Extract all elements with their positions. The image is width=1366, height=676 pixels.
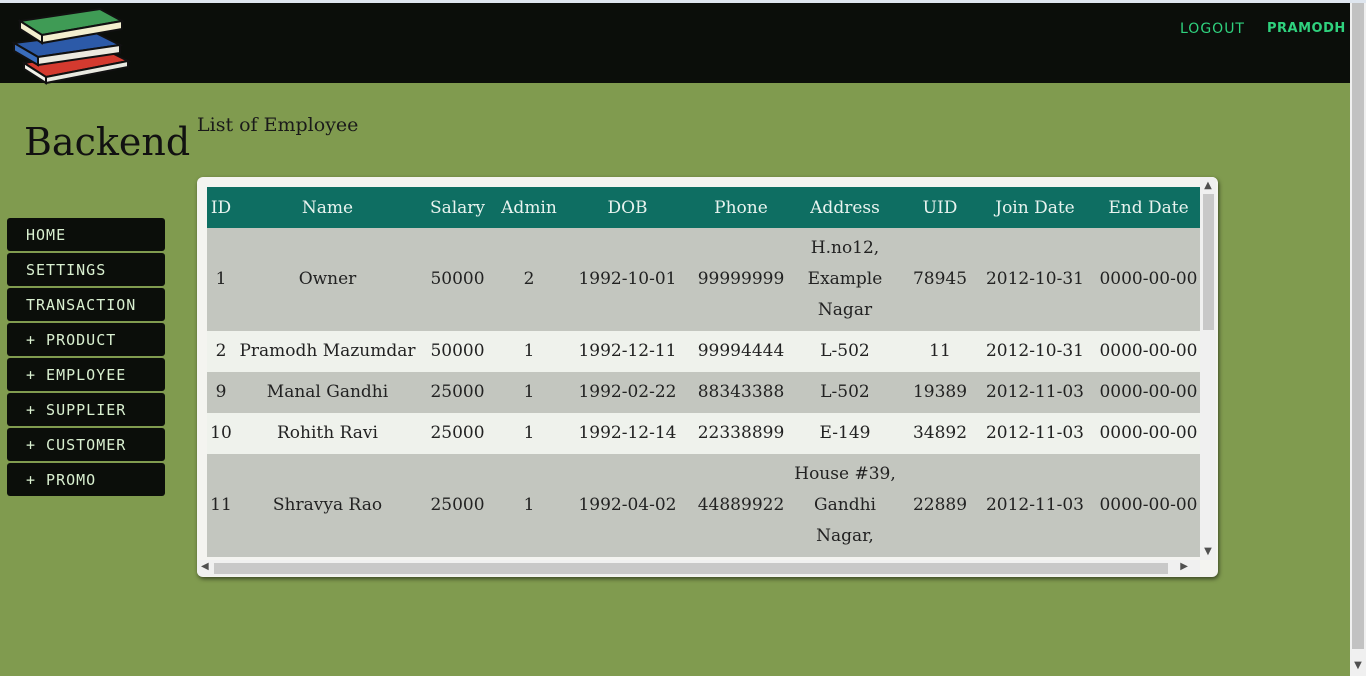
table-cell: H.no12, Example Nagar <box>790 228 900 331</box>
table-hscroll-thumb[interactable] <box>214 563 1168 574</box>
column-header[interactable]: Salary <box>420 187 495 228</box>
scroll-up-icon[interactable]: ▲ <box>1200 180 1216 191</box>
table-cell: Rohith Ravi <box>235 413 420 454</box>
logout-link[interactable]: LOGOUT <box>1180 21 1245 37</box>
table-cell: 1 <box>495 372 563 413</box>
scroll-right-icon[interactable]: ▶ <box>1180 561 1188 572</box>
backend-brand-title: Backend <box>24 120 191 164</box>
table-row[interactable]: 11 Shravya Rao 25000 1 1992-04-02 448899… <box>207 454 1200 557</box>
table-cell: 22338899 <box>692 413 790 454</box>
table-cell: 11 <box>207 454 235 557</box>
table-cell: 1992-02-22 <box>563 372 692 413</box>
table-cell: 99999999 <box>692 228 790 331</box>
table-cell: 1992-04-02 <box>563 454 692 557</box>
table-cell: 0000-00-00 <box>1090 331 1200 372</box>
page-scrollbar[interactable]: ▼ <box>1350 3 1366 676</box>
sidebar-item-transaction[interactable]: TRANSACTION <box>7 288 165 321</box>
current-user-name: PRAMODH <box>1267 21 1346 36</box>
table-cell: 2012-11-03 <box>980 454 1090 557</box>
table-cell: 34892 <box>900 413 980 454</box>
table-cell: L-502 <box>790 331 900 372</box>
table-cell: 99994444 <box>692 331 790 372</box>
page-scrollbar-thumb[interactable] <box>1352 3 1364 649</box>
table-vertical-scrollbar[interactable]: ▲ ▼ <box>1200 177 1216 560</box>
table-row[interactable]: 9 Manal Gandhi 25000 1 1992-02-22 883433… <box>207 372 1200 413</box>
table-cell: Pramodh Mazumdar <box>235 331 420 372</box>
table-cell: 78945 <box>900 228 980 331</box>
sidebar-item-promo[interactable]: + PROMO <box>7 463 165 496</box>
table-cell: 1992-12-14 <box>563 413 692 454</box>
column-header[interactable]: UID <box>900 187 980 228</box>
table-cell: 1 <box>495 413 563 454</box>
table-row[interactable]: 1 Owner 50000 2 1992-10-01 99999999 H.no… <box>207 228 1200 331</box>
column-header[interactable]: Name <box>235 187 420 228</box>
table-cell: 44889922 <box>692 454 790 557</box>
table-cell: 2 <box>495 228 563 331</box>
table-cell: 22889 <box>900 454 980 557</box>
table-row[interactable]: 10 Rohith Ravi 25000 1 1992-12-14 223388… <box>207 413 1200 454</box>
table-cell: 1 <box>207 228 235 331</box>
table-cell: 0000-00-00 <box>1090 372 1200 413</box>
column-header[interactable]: End Date <box>1090 187 1200 228</box>
table-cell: 1992-12-11 <box>563 331 692 372</box>
table-cell: E-149 <box>790 413 900 454</box>
table-cell: 25000 <box>420 454 495 557</box>
books-stack-logo-icon[interactable] <box>10 5 132 85</box>
column-header[interactable]: Admin <box>495 187 563 228</box>
table-cell: 10 <box>207 413 235 454</box>
table-cell: Manal Gandhi <box>235 372 420 413</box>
table-cell: 1 <box>495 454 563 557</box>
table-scroll-viewport[interactable]: ID Name Salary Admin DOB Phone Address U… <box>207 187 1200 560</box>
column-header[interactable]: Join Date <box>980 187 1090 228</box>
sidebar-item-employee[interactable]: + EMPLOYEE <box>7 358 165 391</box>
table-cell: 25000 <box>420 372 495 413</box>
table-cell: Shravya Rao <box>235 454 420 557</box>
table-cell: 2012-11-03 <box>980 413 1090 454</box>
table-vscroll-thumb[interactable] <box>1203 194 1214 330</box>
table-header-row: ID Name Salary Admin DOB Phone Address U… <box>207 187 1200 228</box>
table-cell: 88343388 <box>692 372 790 413</box>
employee-table: ID Name Salary Admin DOB Phone Address U… <box>207 187 1200 557</box>
table-cell: 1 <box>495 331 563 372</box>
page-scroll-down-icon[interactable]: ▼ <box>1350 656 1366 676</box>
sidebar-item-home[interactable]: HOME <box>7 218 165 251</box>
table-cell: 2012-10-31 <box>980 331 1090 372</box>
table-cell: 2 <box>207 331 235 372</box>
table-cell: 1992-10-01 <box>563 228 692 331</box>
table-cell: 19389 <box>900 372 980 413</box>
table-cell: 0000-00-00 <box>1090 413 1200 454</box>
table-cell: 50000 <box>420 228 495 331</box>
table-cell: 50000 <box>420 331 495 372</box>
top-header: LOGOUT PRAMODH <box>0 3 1350 85</box>
sidebar-item-settings[interactable]: SETTINGS <box>7 253 165 286</box>
scroll-down-icon[interactable]: ▼ <box>1200 546 1216 557</box>
table-cell: Owner <box>235 228 420 331</box>
page-title: List of Employee <box>197 114 359 136</box>
sidebar-item-customer[interactable]: + CUSTOMER <box>7 428 165 461</box>
table-cell: 11 <box>900 331 980 372</box>
column-header[interactable]: DOB <box>563 187 692 228</box>
table-cell: 0000-00-00 <box>1090 454 1200 557</box>
column-header[interactable]: Phone <box>692 187 790 228</box>
table-horizontal-scrollbar[interactable]: ◀ ▶ <box>197 560 1200 576</box>
column-header[interactable]: ID <box>207 187 235 228</box>
table-row[interactable]: 2 Pramodh Mazumdar 50000 1 1992-12-11 99… <box>207 331 1200 372</box>
scroll-left-icon[interactable]: ◀ <box>201 561 209 572</box>
sidebar-item-supplier[interactable]: + SUPPLIER <box>7 393 165 426</box>
table-cell: 2012-11-03 <box>980 372 1090 413</box>
table-cell: L-502 <box>790 372 900 413</box>
table-cell: House #39, Gandhi Nagar, <box>790 454 900 557</box>
column-header[interactable]: Address <box>790 187 900 228</box>
sidebar-item-product[interactable]: + PRODUCT <box>7 323 165 356</box>
table-cell: 25000 <box>420 413 495 454</box>
table-cell: 9 <box>207 372 235 413</box>
sidebar-nav: HOME SETTINGS TRANSACTION + PRODUCT + EM… <box>7 218 165 498</box>
table-cell: 0000-00-00 <box>1090 228 1200 331</box>
employee-table-panel: ID Name Salary Admin DOB Phone Address U… <box>197 177 1218 577</box>
table-cell: 2012-10-31 <box>980 228 1090 331</box>
